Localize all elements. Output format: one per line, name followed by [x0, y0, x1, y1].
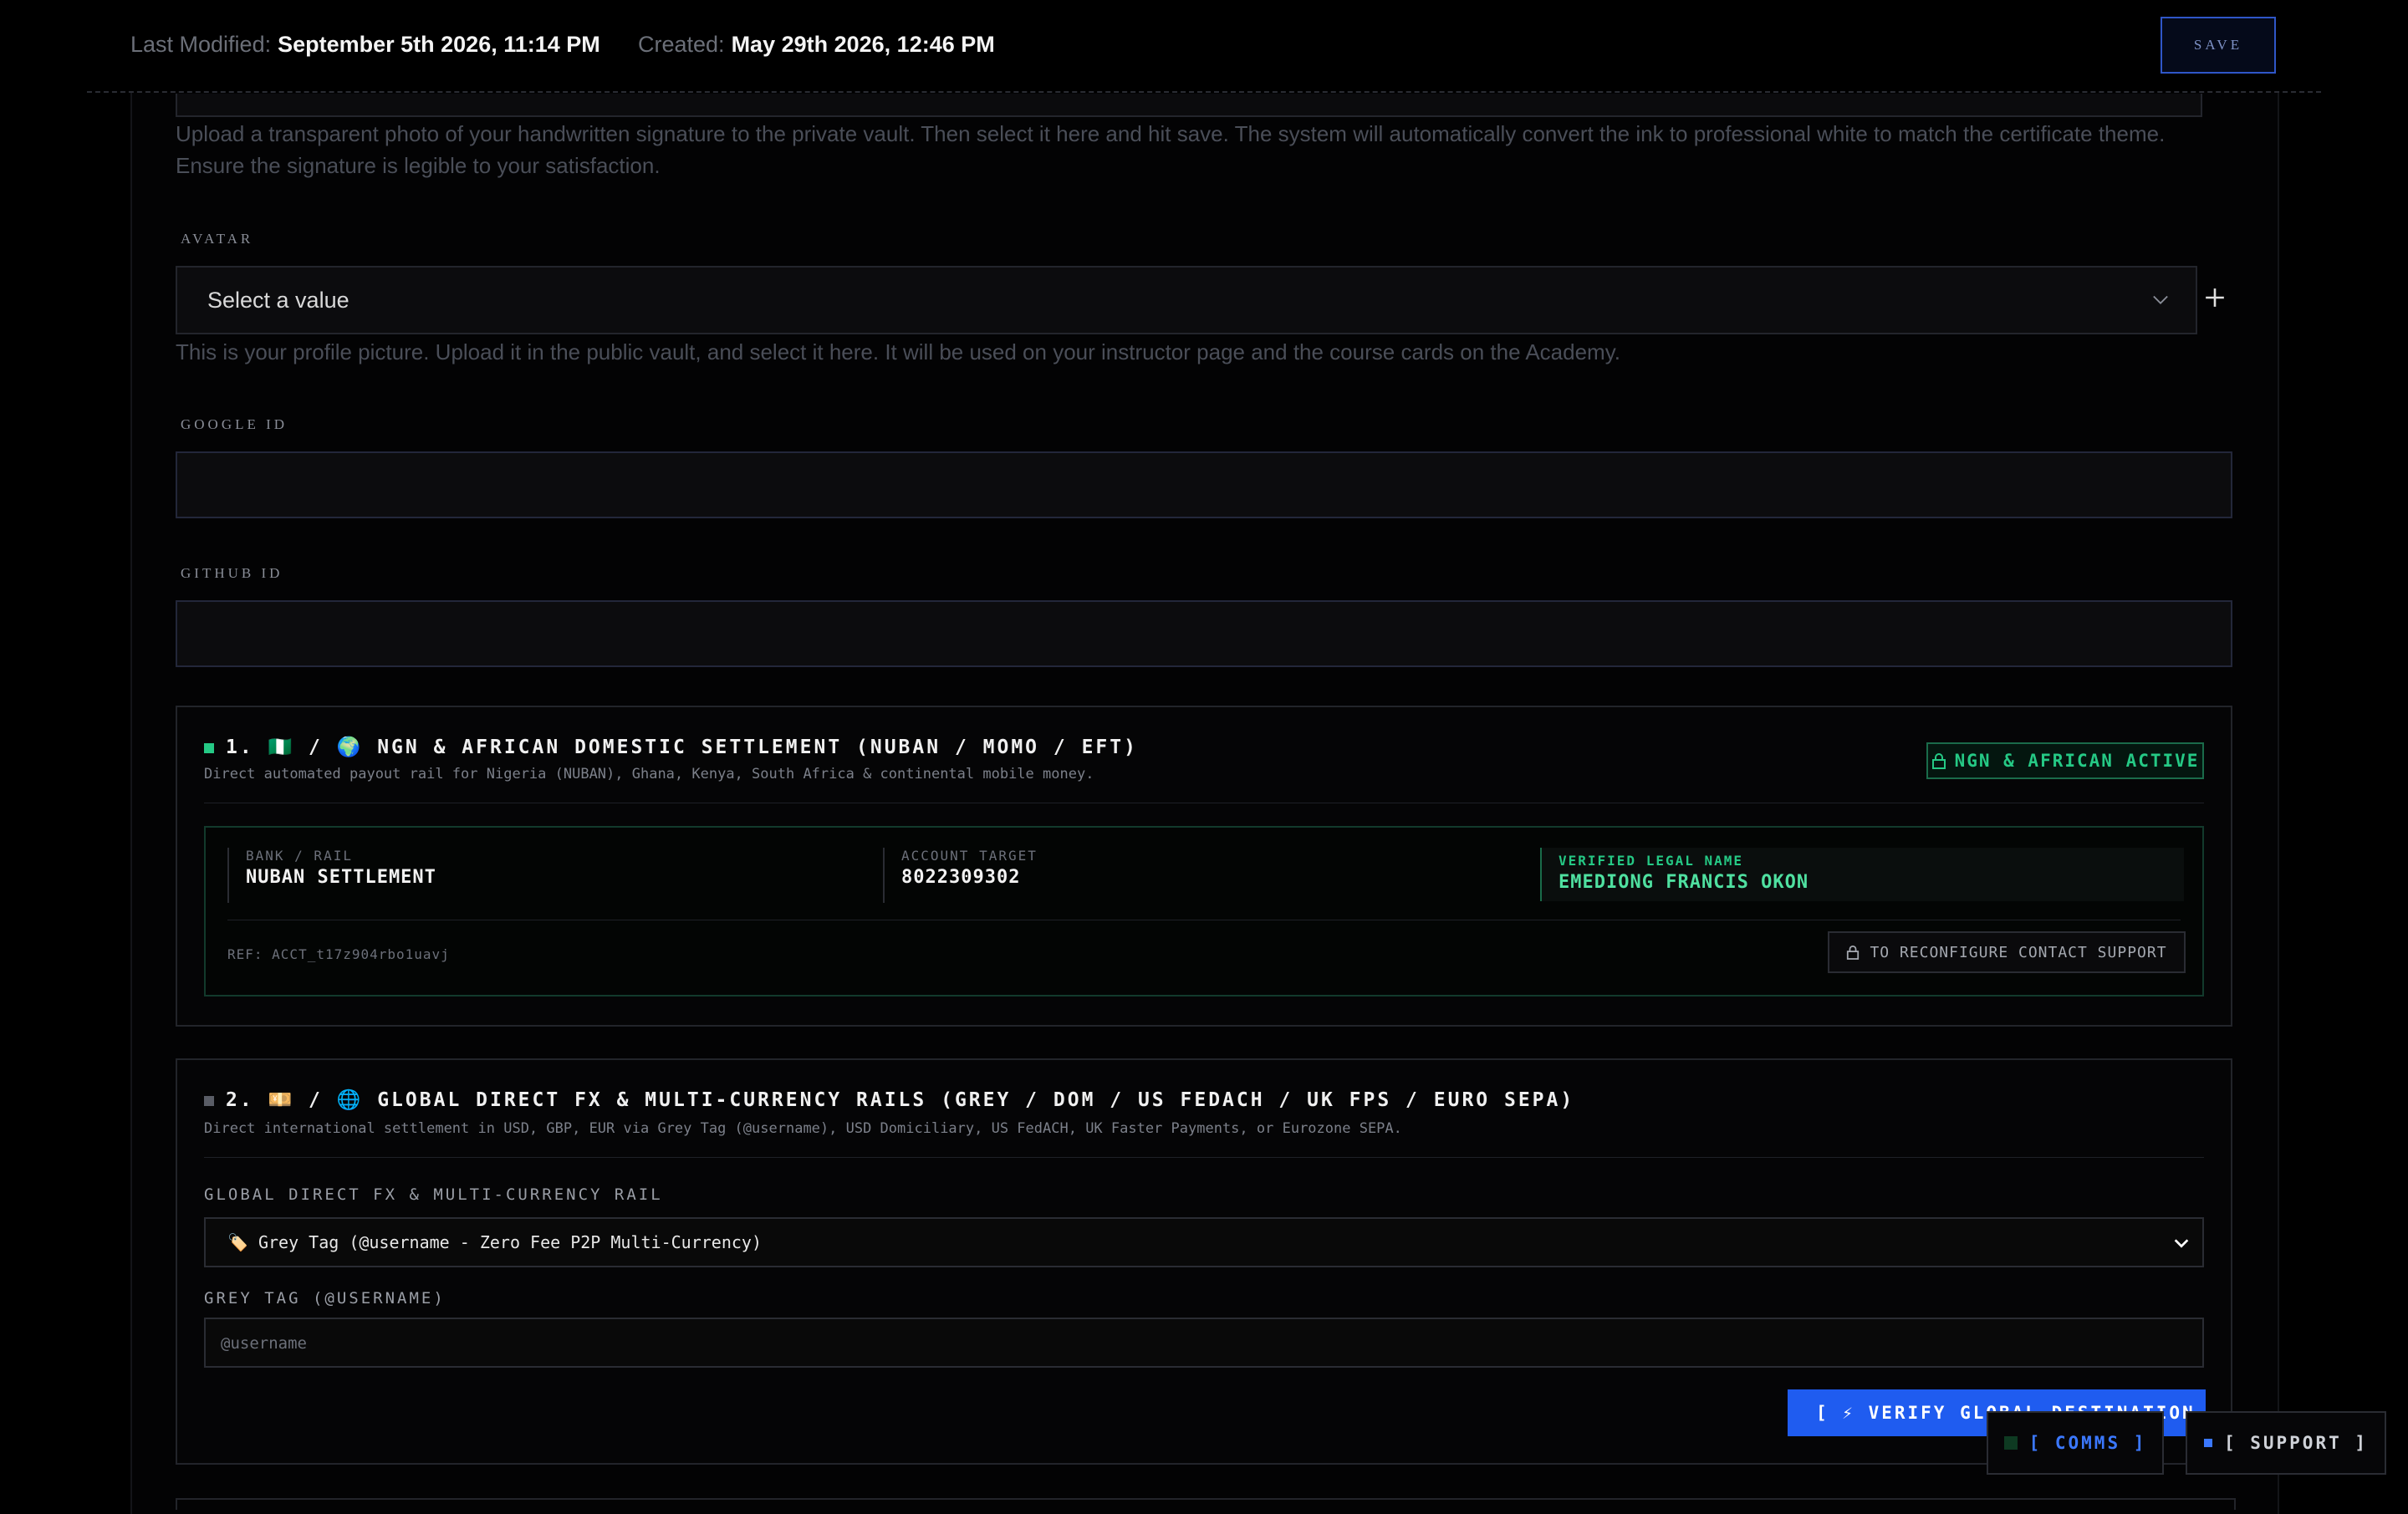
created-value: May 29th 2026, 12:46 PM [731, 32, 995, 57]
plus-icon [2206, 288, 2224, 307]
signature-help: Upload a transparent photo of your handw… [176, 121, 2166, 178]
save-button[interactable]: SAVE [2161, 17, 2276, 74]
signature-select[interactable] [176, 94, 2202, 117]
avatar-select[interactable]: Select a value [176, 266, 2197, 334]
global-rail-select[interactable]: 🏷️ Grey Tag (@username - Zero Fee P2P Mu… [204, 1217, 2204, 1267]
comms-button[interactable]: [ COMMS ] [1987, 1411, 2164, 1475]
avatar-select-value: Select a value [207, 288, 349, 313]
created: Created: May 29th 2026, 12:46 PM [638, 32, 995, 58]
support-status-icon [2203, 1439, 2212, 1447]
account-ref: REF: ACCT_t17z904rbo1uavj [227, 946, 450, 962]
status-square-icon [204, 742, 214, 753]
last-modified: Last Modified: September 5th 2026, 11:14 … [130, 32, 600, 58]
grey-tag-placeholder: @username [221, 1334, 307, 1353]
github-id-label: GITHUB ID [181, 565, 283, 581]
last-modified-label: Last Modified: [130, 32, 272, 57]
bank-rail-label: BANK / RAIL [246, 848, 353, 864]
ngn-rail-subtitle: Direct automated payout rail for Nigeria… [204, 766, 1094, 782]
grey-tag-input[interactable]: @username [204, 1318, 2204, 1368]
add-avatar-button[interactable] [2204, 281, 2226, 314]
status-square-icon [204, 1095, 214, 1106]
avatar-help: This is your profile picture. Upload it … [176, 339, 1620, 364]
support-label: [ SUPPORT ] [2223, 1433, 2369, 1453]
global-rail-card: 2. 💴 / 🌐 GLOBAL DIRECT FX & MULTI-CURREN… [176, 1058, 2232, 1465]
account-target-field: ACCOUNT TARGET 8022309302 [883, 848, 1038, 903]
grey-tag-label: GREY TAG (@USERNAME) [204, 1289, 446, 1308]
google-id-input[interactable] [176, 451, 2232, 518]
card-divider [204, 1157, 2204, 1158]
ngn-active-badge-label: NGN & AFRICAN ACTIVE [1954, 751, 2200, 771]
comms-status-icon [2003, 1436, 2018, 1450]
ngn-rail-title: 1. 🇳🇬 / 🌍 NGN & AFRICAN DOMESTIC SETTLEM… [204, 736, 1138, 758]
bank-rail-field: BANK / RAIL NUBAN SETTLEMENT [227, 848, 436, 903]
global-rail-select-value: 🏷️ Grey Tag (@username - Zero Fee P2P Mu… [227, 1232, 762, 1252]
avatar-label: AVATAR [181, 231, 254, 247]
verified-name-field: VERIFIED LEGAL NAME EMEDIONG FRANCIS OKO… [1540, 848, 2184, 901]
lock-icon [1847, 946, 1860, 960]
top-bar: Last Modified: September 5th 2026, 11:14 … [0, 0, 2408, 92]
comms-label: [ COMMS ] [2028, 1433, 2147, 1453]
account-target-value: 8022309302 [901, 867, 1021, 888]
ngn-account-details: BANK / RAIL NUBAN SETTLEMENT ACCOUNT TAR… [204, 826, 2204, 997]
global-rail-select-label: GLOBAL DIRECT FX & MULTI-CURRENCY RAIL [204, 1185, 663, 1204]
chevron-down-icon [2153, 295, 2168, 304]
ngn-active-badge: NGN & AFRICAN ACTIVE [1926, 742, 2204, 779]
google-id-label: GOOGLE ID [181, 416, 288, 432]
global-rail-title: 2. 💴 / 🌐 GLOBAL DIRECT FX & MULTI-CURREN… [204, 1088, 1574, 1111]
lock-icon [1931, 753, 1946, 769]
account-target-label: ACCOUNT TARGET [901, 848, 1038, 864]
support-button[interactable]: [ SUPPORT ] [2186, 1411, 2386, 1475]
global-rail-subtitle: Direct international settlement in USD, … [204, 1120, 1402, 1137]
ngn-rail-card: 1. 🇳🇬 / 🌍 NGN & AFRICAN DOMESTIC SETTLEM… [176, 706, 2232, 1027]
reconfigure-label: TO RECONFIGURE CONTACT SUPPORT [1870, 943, 2167, 961]
verified-name-value: EMEDIONG FRANCIS OKON [1559, 872, 1809, 893]
reconfigure-support-button[interactable]: TO RECONFIGURE CONTACT SUPPORT [1828, 931, 2186, 973]
created-label: Created: [638, 32, 725, 57]
verified-name-label: VERIFIED LEGAL NAME [1559, 853, 1744, 869]
github-id-input[interactable] [176, 600, 2232, 667]
next-rail-card [176, 1498, 2236, 1510]
bank-rail-value: NUBAN SETTLEMENT [246, 867, 436, 888]
chevron-down-icon [2174, 1239, 2189, 1248]
last-modified-value: September 5th 2026, 11:14 PM [278, 32, 600, 57]
